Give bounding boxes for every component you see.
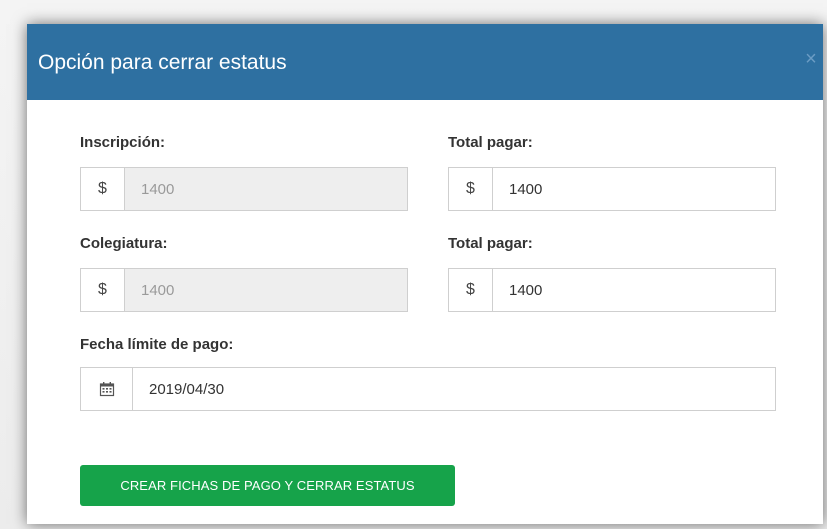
total-pagar-input-2[interactable]: 1400	[493, 269, 775, 311]
crear-fichas-button[interactable]: CREAR FICHAS DE PAGO Y CERRAR ESTATUS	[80, 465, 455, 506]
total-pagar-field-2[interactable]: $ 1400	[448, 268, 776, 312]
fecha-limite-label: Fecha límite de pago:	[80, 336, 234, 353]
close-icon: ×	[805, 48, 817, 70]
colegiatura-label: Colegiatura:	[80, 235, 168, 252]
modal-title: Opción para cerrar estatus	[38, 51, 287, 74]
calendar-icon[interactable]	[81, 368, 133, 410]
modal-header: Opción para cerrar estatus ×	[27, 24, 823, 100]
inscripcion-label: Inscripción:	[80, 134, 166, 151]
dollar-icon: $	[81, 269, 125, 311]
dollar-icon: $	[81, 168, 125, 210]
modal-dialog: Opción para cerrar estatus × Inscripción…	[27, 24, 823, 524]
close-button[interactable]: ×	[799, 46, 823, 72]
total-pagar-label: Total pagar:	[448, 134, 533, 151]
fecha-limite-input[interactable]: 2019/04/30	[133, 368, 775, 410]
dollar-icon: $	[449, 168, 493, 210]
inscripcion-field: $ 1400	[80, 167, 408, 211]
colegiatura-input: 1400	[125, 269, 407, 311]
total-pagar-field[interactable]: $ 1400	[448, 167, 776, 211]
total-pagar-input[interactable]: 1400	[493, 168, 775, 210]
inscripcion-input: 1400	[125, 168, 407, 210]
dollar-icon: $	[449, 269, 493, 311]
fecha-limite-field[interactable]: 2019/04/30	[80, 367, 776, 411]
total-pagar-label-2: Total pagar:	[448, 235, 533, 252]
colegiatura-field: $ 1400	[80, 268, 408, 312]
